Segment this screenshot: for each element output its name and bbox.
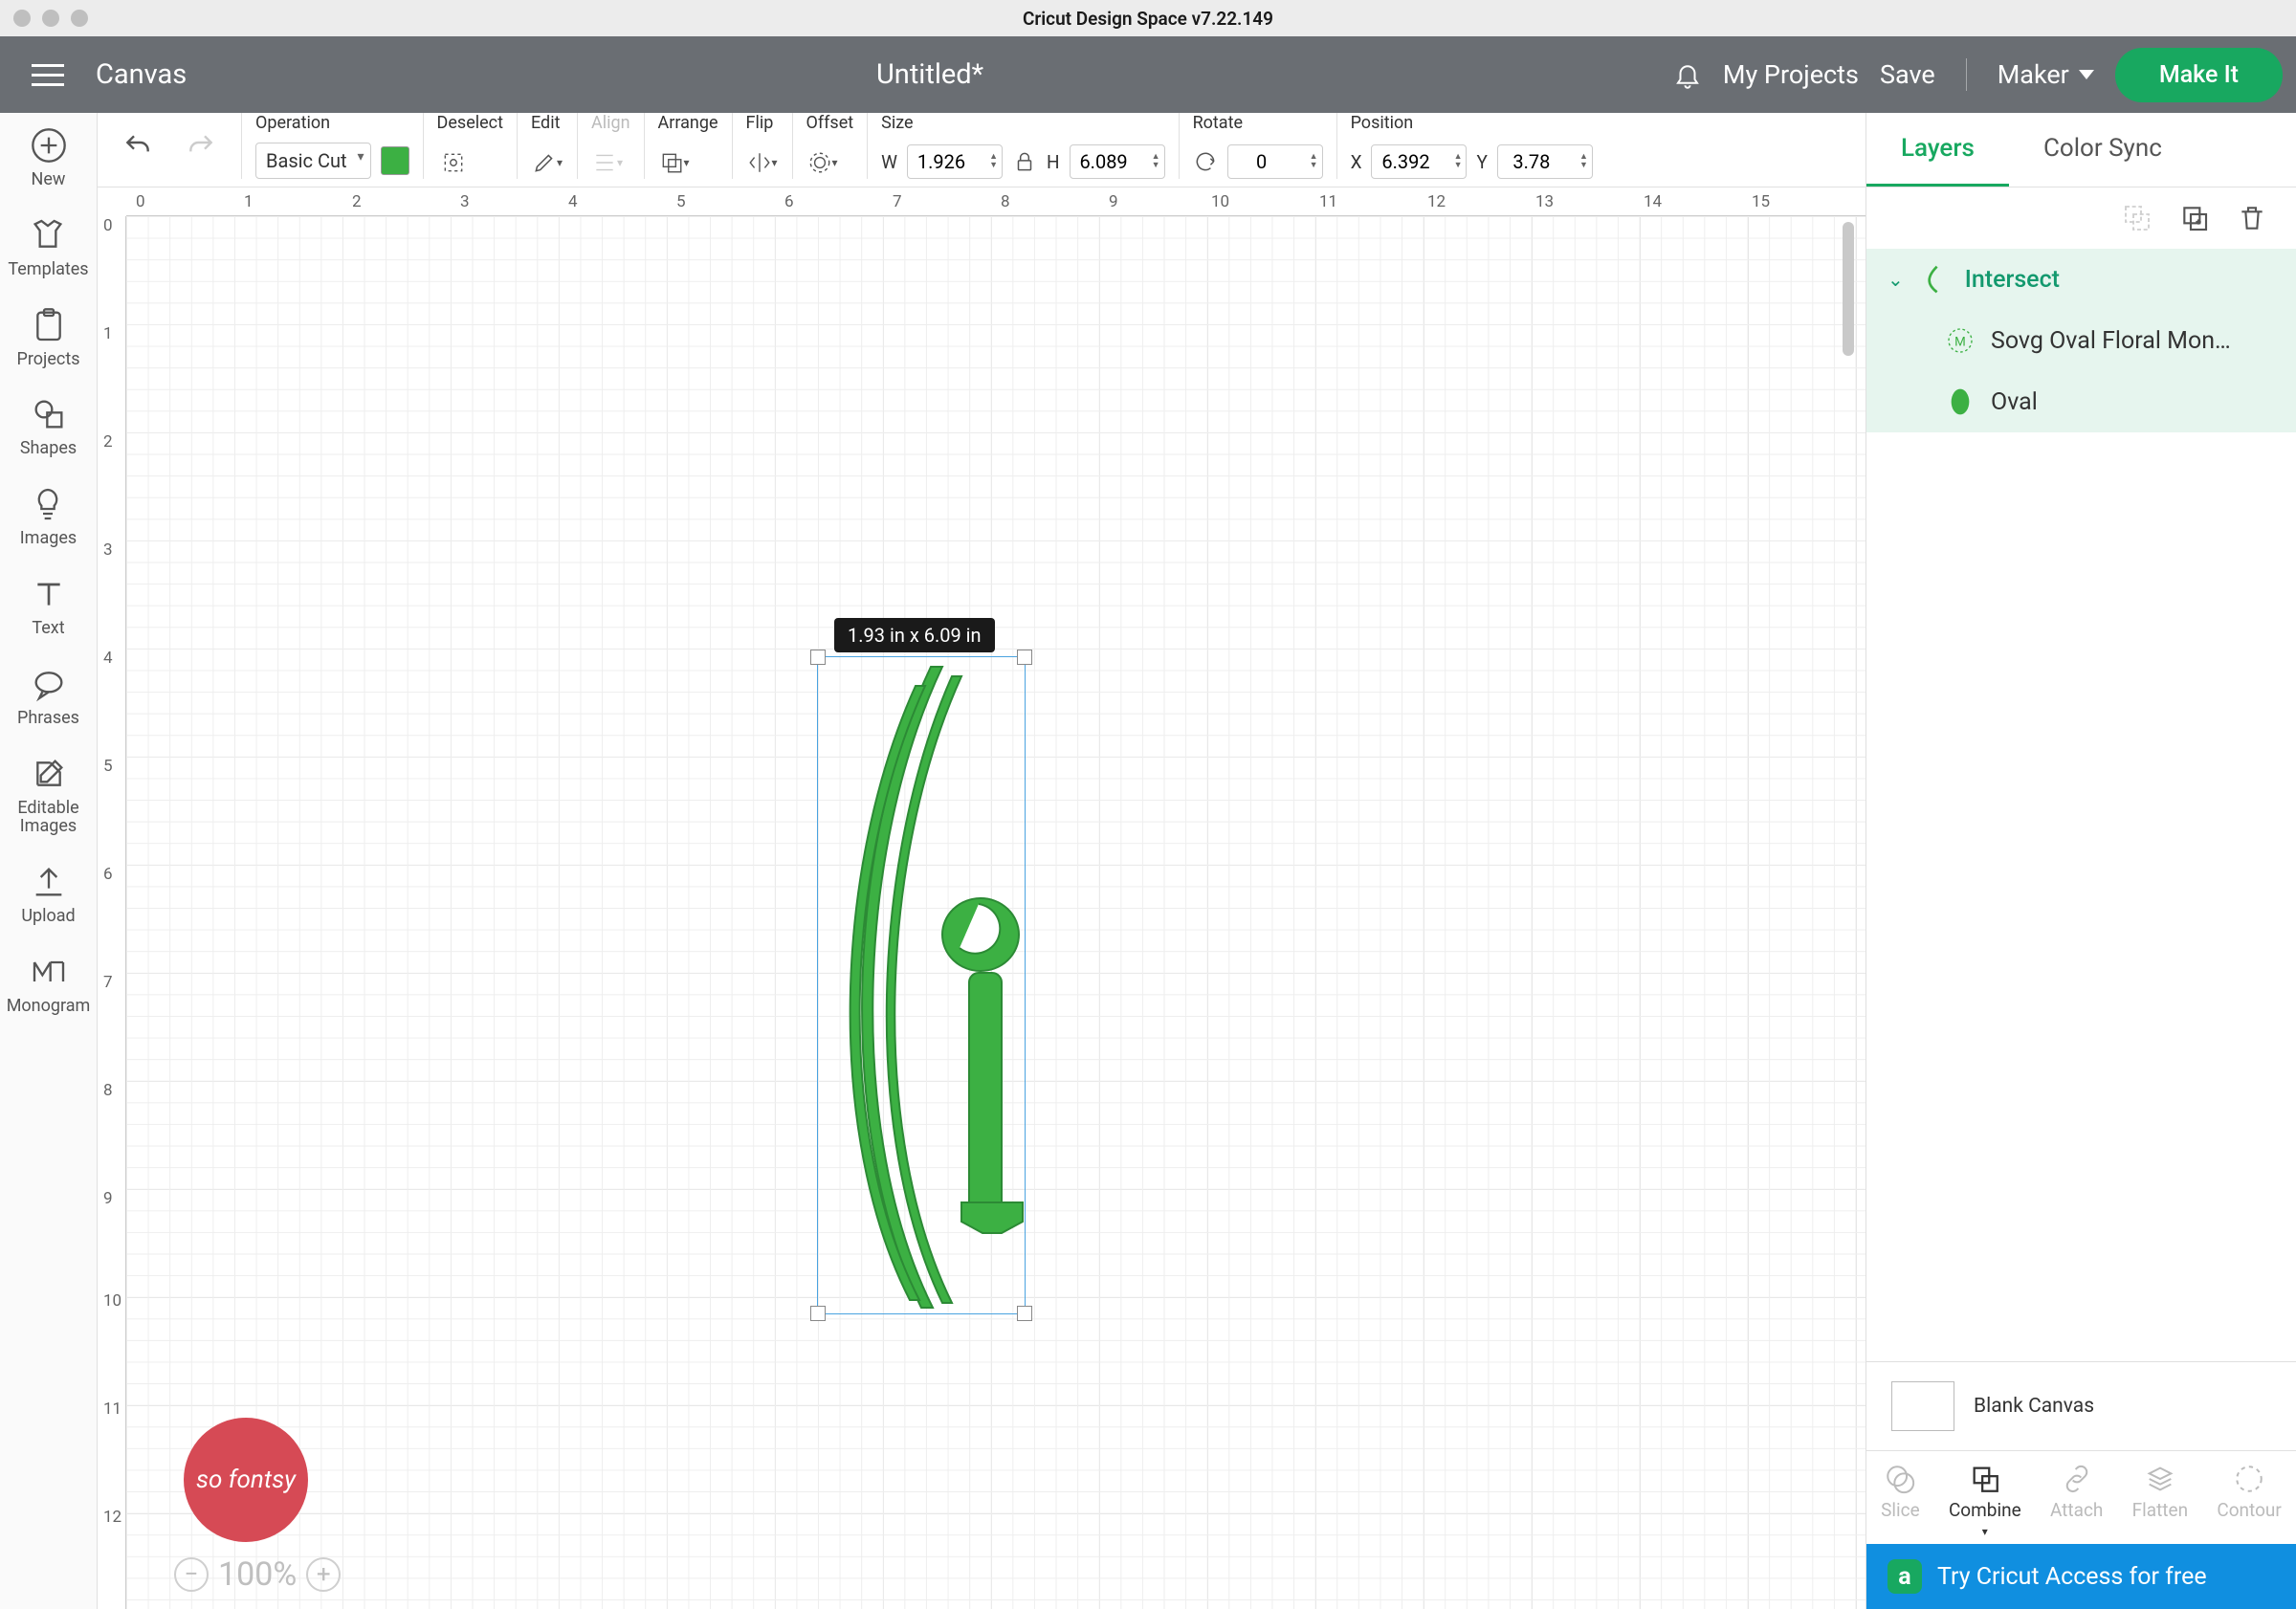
redo-button[interactable] [186, 131, 216, 162]
op-slice: Slice [1881, 1463, 1920, 1538]
left-sidebar: New Templates Projects Shapes Images Tex… [0, 113, 98, 1609]
group-icon [2122, 203, 2152, 233]
ruler-vertical: 0123456789101112 [98, 216, 126, 1609]
canvas-grid[interactable]: 1.93 in x 6.09 in [126, 216, 1866, 1609]
deselect-label: Deselect [437, 113, 503, 133]
toolbar: Operation Basic Cut Deselect Edit ▾ Alig… [98, 113, 1866, 187]
layer-sovg-oval[interactable]: M Sovg Oval Floral Mon… [1866, 310, 2296, 371]
canvas-area[interactable]: 0123456789101112131415 0123456789101112 … [98, 187, 1866, 1609]
intersect-shape[interactable] [818, 657, 1027, 1315]
layer-label: Oval [1991, 388, 2038, 416]
size-label: Size [881, 113, 1164, 133]
svg-text:M: M [1954, 335, 1966, 349]
traffic-light-max[interactable] [71, 10, 88, 27]
watermark-logo: so fontsy [184, 1418, 308, 1542]
deselect-button[interactable] [437, 146, 470, 179]
sidebar-editable-images[interactable]: Editable Images [0, 755, 97, 837]
selection-size-tip: 1.93 in x 6.09 in [834, 618, 995, 652]
position-label: Position [1351, 113, 1593, 133]
chevron-down-icon: ⌄ [1888, 268, 1904, 291]
promo-text: Try Cricut Access for free [1937, 1563, 2207, 1591]
align-label: Align [591, 113, 630, 133]
canvas-label: Canvas [96, 58, 187, 91]
app-title: Cricut Design Space v7.22.149 [1023, 8, 1273, 30]
offset-button[interactable]: ▾ [806, 146, 839, 179]
delete-icon[interactable] [2237, 203, 2267, 233]
canvas-swatch[interactable] [1891, 1381, 1954, 1431]
menu-button[interactable] [0, 74, 96, 77]
rotate-input[interactable]: ▲▼ [1227, 144, 1323, 179]
flip-button[interactable]: ▾ [746, 146, 779, 179]
edit-button[interactable]: ▾ [531, 146, 563, 179]
flip-label: Flip [746, 113, 779, 133]
tab-layers[interactable]: Layers [1866, 113, 2009, 187]
right-panel: Layers Color Sync ⌄ Intersect M Sovg Ova… [1866, 113, 2296, 1609]
sidebar-upload[interactable]: Upload [21, 863, 75, 926]
separator [1966, 58, 1967, 91]
save-button[interactable]: Save [1880, 59, 1935, 90]
op-combine[interactable]: Combine▾ [1949, 1463, 2021, 1538]
arrange-button[interactable]: ▾ [658, 146, 691, 179]
chevron-down-icon [2079, 70, 2094, 79]
layer-intersect[interactable]: ⌄ Intersect [1866, 249, 2296, 310]
height-input[interactable]: ▲▼ [1070, 144, 1165, 179]
promo-badge-icon: a [1888, 1559, 1922, 1594]
sidebar-monogram[interactable]: Monogram [7, 953, 91, 1016]
zoom-out-button[interactable]: − [174, 1557, 209, 1592]
op-contour: Contour [2217, 1463, 2281, 1538]
rotate-label: Rotate [1193, 113, 1323, 133]
canvas-background-row[interactable]: Blank Canvas [1866, 1361, 2296, 1450]
zoom-control: − 100% + [174, 1555, 341, 1594]
undo-button[interactable] [122, 131, 153, 162]
mac-titlebar: Cricut Design Space v7.22.149 [0, 0, 2296, 36]
zoom-in-button[interactable]: + [306, 1557, 341, 1592]
rotate-icon [1193, 149, 1218, 174]
sidebar-templates[interactable]: Templates [8, 216, 88, 279]
align-button: ▾ [591, 146, 624, 179]
machine-picker[interactable]: Maker [1998, 59, 2094, 90]
duplicate-icon[interactable] [2179, 203, 2210, 233]
my-projects-link[interactable]: My Projects [1723, 59, 1859, 90]
sidebar-text[interactable]: Text [30, 575, 68, 638]
sidebar-projects[interactable]: Projects [17, 306, 80, 369]
layer-label: Intersect [1965, 266, 2060, 294]
sidebar-new[interactable]: New [30, 126, 68, 189]
edit-label: Edit [531, 113, 563, 133]
promo-banner[interactable]: a Try Cricut Access for free [1866, 1544, 2296, 1609]
zoom-value: 100% [218, 1555, 297, 1594]
operation-select[interactable]: Basic Cut [255, 143, 371, 179]
sidebar-phrases[interactable]: Phrases [17, 665, 79, 728]
ruler-horizontal: 0123456789101112131415 [126, 187, 1866, 216]
operation-label: Operation [255, 113, 409, 133]
layer-operations: Slice Combine▾ Attach Flatten Contour [1866, 1450, 2296, 1544]
color-swatch[interactable] [381, 146, 409, 175]
app-header: Canvas Untitled* My Projects Save Maker … [0, 36, 2296, 113]
traffic-light-min[interactable] [42, 10, 59, 27]
width-input[interactable]: ▲▼ [907, 144, 1003, 179]
layer-label: Sovg Oval Floral Mon… [1991, 327, 2231, 355]
traffic-light-close[interactable] [13, 10, 31, 27]
make-it-button[interactable]: Make It [2115, 48, 2283, 102]
selection-box[interactable] [817, 656, 1026, 1314]
lock-icon[interactable] [1012, 149, 1037, 174]
document-title[interactable]: Untitled* [187, 58, 1673, 91]
tab-color-sync[interactable]: Color Sync [2009, 113, 2197, 187]
sidebar-shapes[interactable]: Shapes [20, 395, 77, 458]
machine-label: Maker [1998, 59, 2069, 90]
blank-canvas-label: Blank Canvas [1974, 1395, 2094, 1418]
x-input[interactable]: ▲▼ [1371, 144, 1467, 179]
offset-label: Offset [806, 113, 854, 133]
vertical-scrollbar[interactable] [1843, 222, 1854, 356]
op-flatten: Flatten [2132, 1463, 2188, 1538]
y-input[interactable]: ▲▼ [1497, 144, 1593, 179]
arrange-label: Arrange [658, 113, 718, 133]
op-attach: Attach [2050, 1463, 2103, 1538]
layer-oval[interactable]: Oval [1866, 371, 2296, 432]
bell-icon[interactable] [1673, 60, 1702, 89]
sidebar-images[interactable]: Images [20, 485, 77, 548]
